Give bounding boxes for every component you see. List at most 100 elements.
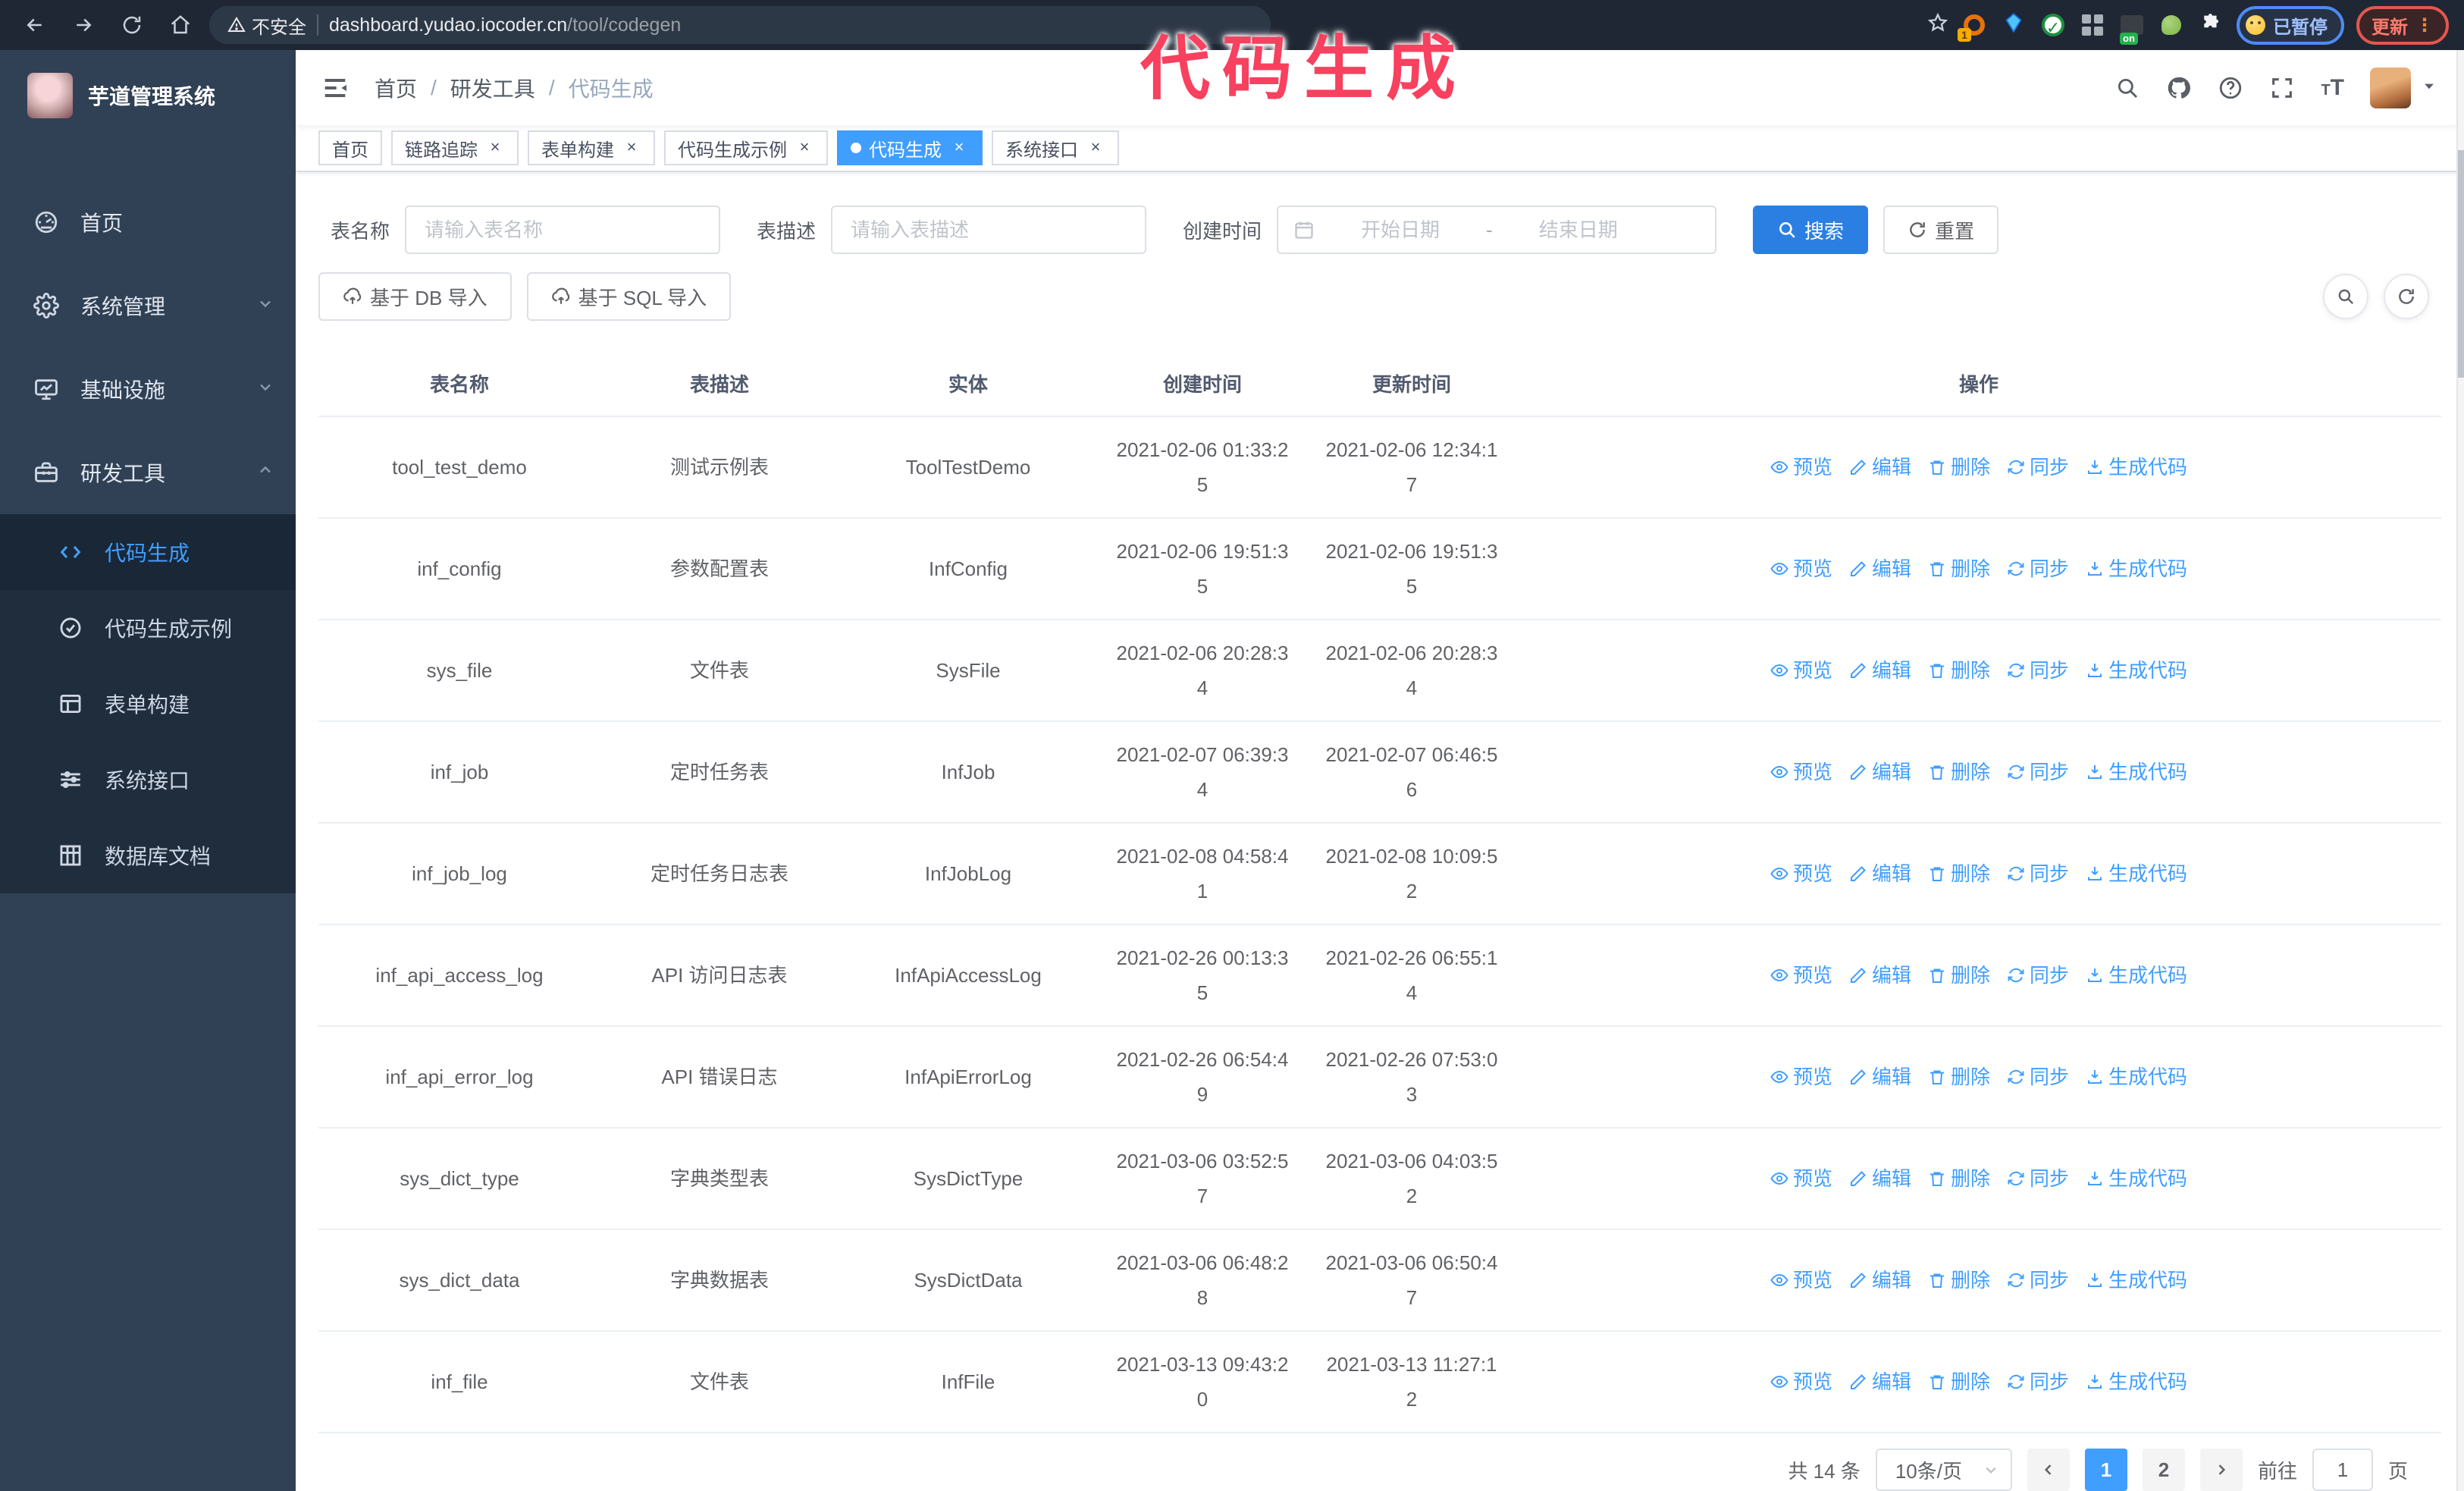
action-sync-link[interactable]: 同步 [2007,755,2069,789]
sidebar-item-系统管理[interactable]: 系统管理 [0,264,296,347]
action-preview-link[interactable]: 预览 [1770,1161,1832,1196]
table-row[interactable]: sys_dict_data 字典数据表 SysDictData 2021-03-06 … [318,1229,2441,1332]
action-delete-link[interactable]: 删除 [1928,653,1990,688]
action-sync-link[interactable]: 同步 [2007,653,2069,688]
reload-icon[interactable] [112,5,152,45]
toggle-search-icon[interactable] [2323,274,2368,319]
action-preview-link[interactable]: 预览 [1770,755,1832,789]
action-delete-link[interactable]: 删除 [1928,856,1990,891]
action-preview-link[interactable]: 预览 [1770,1263,1832,1298]
action-edit-link[interactable]: 编辑 [1849,1161,1911,1196]
action-preview-link[interactable]: 预览 [1770,450,1832,485]
action-generate-link[interactable]: 生成代码 [2086,653,2187,688]
action-sync-link[interactable]: 同步 [2007,1364,2069,1399]
sidebar-subitem-代码生成示例[interactable]: 代码生成示例 [0,590,296,666]
url-text[interactable]: dashboard.yudao.iocoder.cn/tool/codegen [329,14,681,36]
sidebar-subitem-表单构建[interactable]: 表单构建 [0,666,296,742]
tab-close-icon[interactable]: × [1086,138,1105,158]
table-row[interactable]: sys_file 文件表 SysFile 2021-02-06 20:28:34 202… [318,620,2441,722]
action-sync-link[interactable]: 同步 [2007,450,2069,485]
scrollbar-thumb[interactable] [2458,150,2464,378]
action-edit-link[interactable]: 编辑 [1849,1364,1911,1399]
sidebar-subitem-系统接口[interactable]: 系统接口 [0,742,296,818]
tab-代码生成[interactable]: 代码生成 × [837,130,983,166]
import-sql-button[interactable]: 基于 SQL 导入 [526,272,732,321]
action-edit-link[interactable]: 编辑 [1849,551,1911,586]
refresh-icon[interactable] [2384,274,2429,319]
home-icon[interactable] [161,5,200,45]
action-generate-link[interactable]: 生成代码 [2086,1263,2187,1298]
action-delete-link[interactable]: 删除 [1928,551,1990,586]
grid-extension-icon[interactable] [2079,11,2106,39]
action-delete-link[interactable]: 删除 [1928,1263,1990,1298]
column-header-表描述[interactable]: 表描述 [600,351,839,417]
action-preview-link[interactable]: 预览 [1770,856,1832,891]
green-check-extension-icon[interactable]: ✓ [2039,11,2067,39]
action-sync-link[interactable]: 同步 [2007,1059,2069,1094]
help-icon[interactable] [2218,75,2243,101]
action-sync-link[interactable]: 同步 [2007,551,2069,586]
search-button[interactable]: 搜索 [1753,206,1869,254]
fullscreen-icon[interactable] [2269,75,2295,101]
column-header-实体[interactable]: 实体 [839,351,1098,417]
tab-close-icon[interactable]: × [485,138,505,158]
action-preview-link[interactable]: 预览 [1770,1364,1832,1399]
tab-首页[interactable]: 首页 [318,130,382,166]
green-leaf-extension-icon[interactable] [2158,11,2185,39]
back-icon[interactable] [15,5,55,45]
browser-update-button[interactable]: 更新 ⋮ [2356,5,2449,45]
action-generate-link[interactable]: 生成代码 [2086,958,2187,993]
sidebar-subitem-数据库文档[interactable]: 数据库文档 [0,818,296,893]
action-edit-link[interactable]: 编辑 [1849,958,1911,993]
paused-extension-badge[interactable]: 已暂停 [2237,5,2344,45]
tab-close-icon[interactable]: × [949,138,969,158]
table-row[interactable]: inf_job 定时任务表 InfJob 2021-02-07 06:39:34 202… [318,721,2441,824]
table-name-input[interactable] [405,206,721,254]
table-desc-input[interactable] [831,206,1147,254]
sidebar-item-研发工具[interactable]: 研发工具 [0,431,296,514]
forward-icon[interactable] [64,5,103,45]
action-edit-link[interactable]: 编辑 [1849,856,1911,891]
action-edit-link[interactable]: 编辑 [1849,450,1911,485]
page-scrollbar[interactable] [2456,50,2464,1491]
action-preview-link[interactable]: 预览 [1770,1059,1832,1094]
table-row[interactable]: inf_file 文件表 InfFile 2021-03-13 09:43:20 202… [318,1331,2441,1433]
import-db-button[interactable]: 基于 DB 导入 [318,272,512,321]
action-delete-link[interactable]: 删除 [1928,1161,1990,1196]
table-row[interactable]: inf_api_access_log API 访问日志表 InfApiAccessL… [318,924,2441,1027]
action-generate-link[interactable]: 生成代码 [2086,1364,2187,1399]
user-menu[interactable] [2370,67,2437,108]
sidebar-subitem-代码生成[interactable]: 代码生成 [0,514,296,590]
prev-page-button[interactable] [2027,1449,2070,1491]
action-generate-link[interactable]: 生成代码 [2086,450,2187,485]
action-sync-link[interactable]: 同步 [2007,1263,2069,1298]
action-sync-link[interactable]: 同步 [2007,1161,2069,1196]
avatar[interactable] [2370,67,2411,108]
action-preview-link[interactable]: 预览 [1770,653,1832,688]
end-date-input[interactable] [1498,218,1658,242]
action-sync-link[interactable]: 同步 [2007,856,2069,891]
tab-close-icon[interactable]: × [795,138,814,158]
tab-close-icon[interactable]: × [622,138,641,158]
star-icon[interactable] [1927,12,1948,39]
blue-gem-extension-icon[interactable] [2000,11,2027,39]
font-size-icon[interactable]: TT [2321,75,2344,101]
reset-button[interactable]: 重置 [1883,206,1999,254]
puzzle-extension-icon[interactable] [2197,11,2224,39]
column-header-更新时间[interactable]: 更新时间 [1307,351,1516,417]
action-delete-link[interactable]: 删除 [1928,1059,1990,1094]
column-header-表名称[interactable]: 表名称 [318,351,600,417]
address-bar[interactable]: 不安全 dashboard.yudao.iocoder.cn/tool/code… [209,6,1271,44]
hamburger-icon[interactable] [320,73,350,103]
action-generate-link[interactable]: 生成代码 [2086,755,2187,789]
dark-on-extension-icon[interactable]: on [2118,11,2146,45]
tab-链路追踪[interactable]: 链路追踪 × [391,130,519,166]
table-row[interactable]: inf_job_log 定时任务日志表 InfJobLog 2021-02-08 04… [318,823,2441,925]
page-button-2[interactable]: 2 [2142,1449,2185,1491]
action-edit-link[interactable]: 编辑 [1849,653,1911,688]
sidebar-item-基础设施[interactable]: 基础设施 [0,347,296,431]
action-generate-link[interactable]: 生成代码 [2086,1059,2187,1094]
sidebar-item-首页[interactable]: 首页 [0,180,296,264]
table-row[interactable]: sys_dict_type 字典类型表 SysDictType 2021-03-06 … [318,1128,2441,1230]
table-row[interactable]: inf_api_error_log API 错误日志 InfApiErrorLog 2… [318,1026,2441,1128]
